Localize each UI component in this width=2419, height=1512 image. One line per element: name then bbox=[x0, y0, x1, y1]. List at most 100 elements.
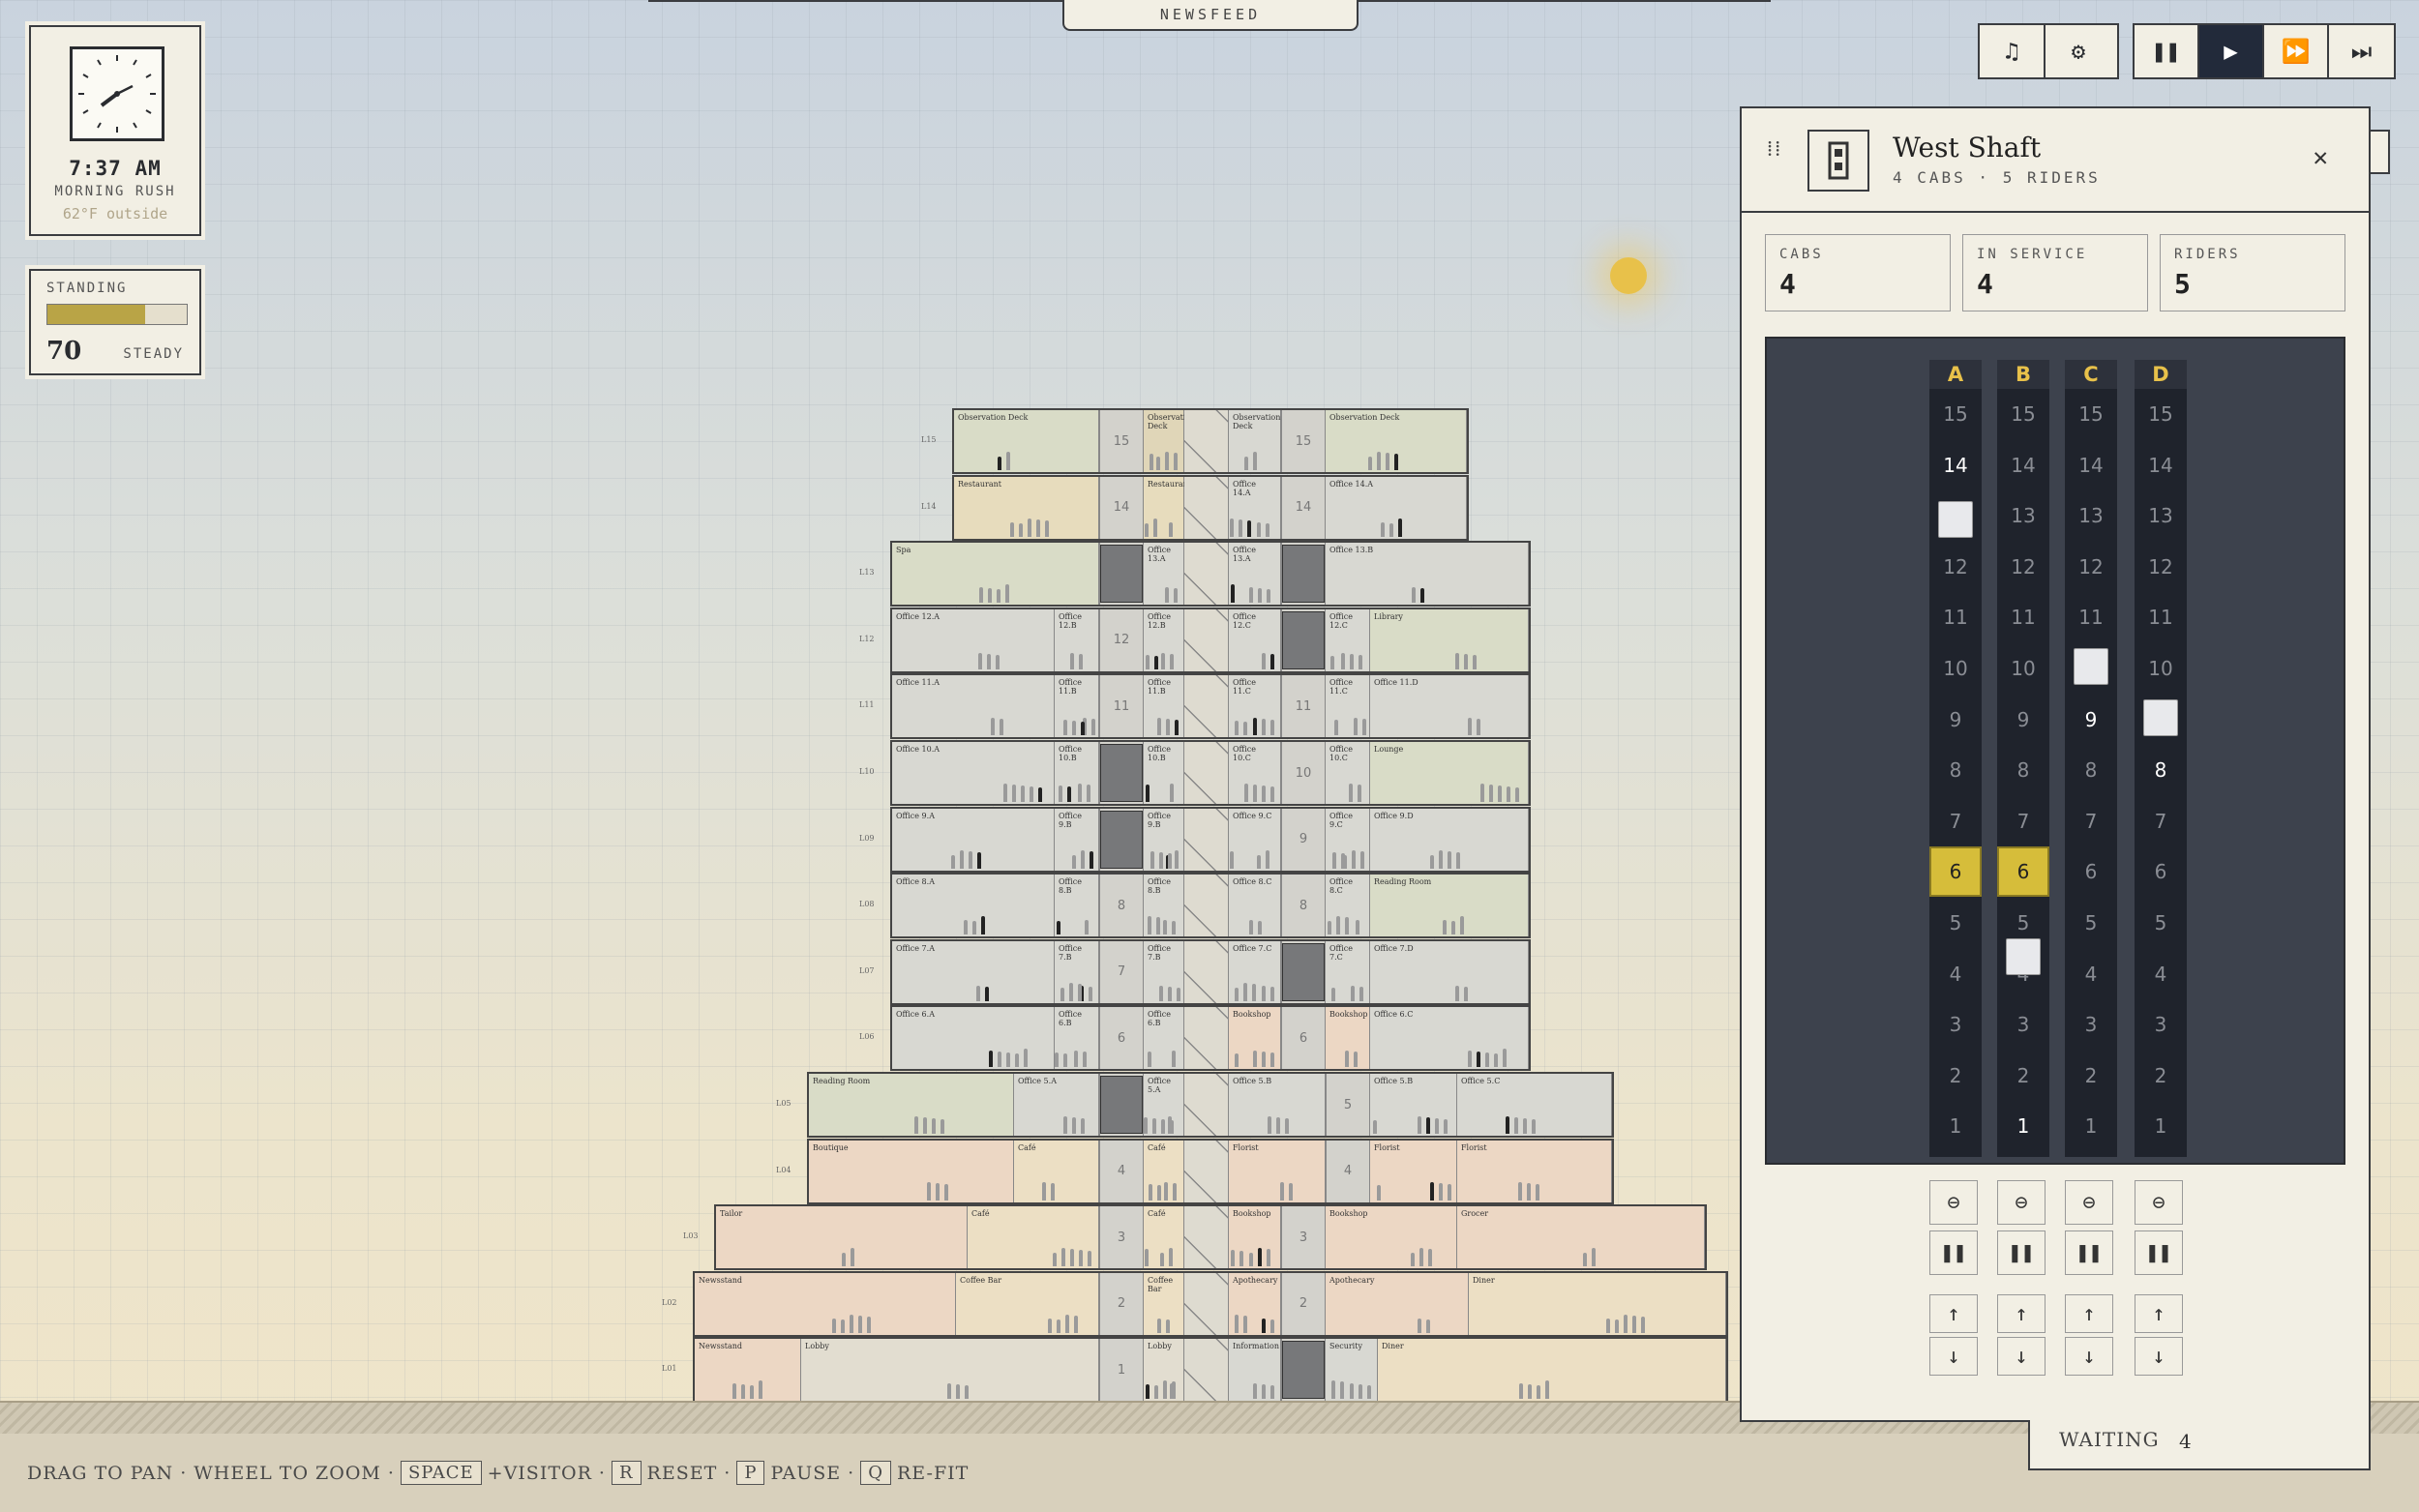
floor-15[interactable]: Observation Deck 15 Observation Deck Observ… bbox=[952, 408, 1469, 474]
play-button[interactable]: ▶ bbox=[2199, 25, 2264, 77]
floor-cell[interactable]: 1 bbox=[2135, 1101, 2187, 1151]
floor-1[interactable]: NewsstandLobby1LobbyInformation1Security… bbox=[693, 1337, 1728, 1404]
room[interactable]: Office 10.C bbox=[1229, 742, 1281, 804]
collapsed-panel-tab[interactable] bbox=[2371, 130, 2390, 174]
room[interactable]: Office 7.C bbox=[1229, 940, 1281, 1003]
room[interactable]: Coffee Bar bbox=[956, 1272, 1099, 1335]
room[interactable]: Office 8.B bbox=[1144, 875, 1184, 937]
pause-cab-button[interactable]: ❚❚ bbox=[2065, 1230, 2113, 1275]
cab-indicator[interactable] bbox=[1938, 500, 1973, 538]
floor-cell[interactable]: 3 bbox=[2065, 999, 2117, 1050]
elevator-shaft-cell[interactable]: 12 bbox=[1281, 608, 1326, 671]
room[interactable]: Office 7.B bbox=[1144, 940, 1184, 1003]
fast-forward-button[interactable]: ⏩ bbox=[2264, 25, 2329, 77]
floor-13[interactable]: Spa13Office 13.AOffice 13.A13Office 13.B bbox=[890, 541, 1531, 608]
send-up-button[interactable]: ↑ bbox=[2135, 1294, 2183, 1333]
floor-7[interactable]: Office 7.A Office 7.B 7 Office 7.B Office 7.… bbox=[890, 938, 1531, 1005]
floor-cell[interactable]: 11 bbox=[2065, 592, 2117, 642]
floor-cell[interactable]: 14 bbox=[2135, 440, 2187, 490]
elevator-shaft-cell[interactable]: 4 bbox=[1099, 1140, 1144, 1202]
floor-cell[interactable]: 6 bbox=[2135, 846, 2187, 897]
floor-9[interactable]: Office 9.AOffice 9.B9Office 9.BOffice 9.… bbox=[890, 806, 1531, 873]
floor-cell[interactable]: 12 bbox=[2135, 542, 2187, 592]
floor-cell[interactable]: 14 bbox=[1929, 440, 1982, 490]
fastest-button[interactable]: ⏭ bbox=[2329, 25, 2394, 77]
room[interactable]: Observation Deck bbox=[1144, 410, 1195, 472]
floor-cell[interactable]: 9 bbox=[2065, 695, 2117, 745]
room[interactable]: Office 6.B bbox=[1144, 1007, 1184, 1070]
elevator-shaft-cell[interactable]: 10 bbox=[1099, 742, 1144, 804]
floor-cell[interactable]: 7 bbox=[1997, 796, 2049, 846]
pause-cab-button[interactable]: ❚❚ bbox=[2135, 1230, 2183, 1275]
room[interactable]: Office 7.D bbox=[1370, 940, 1529, 1003]
floor-cell[interactable]: 3 bbox=[1929, 999, 1982, 1050]
room[interactable]: Office 10.A bbox=[892, 742, 1055, 804]
elevator-car[interactable] bbox=[1100, 1076, 1143, 1134]
floor-cell[interactable]: 2 bbox=[2135, 1051, 2187, 1101]
floor-cell[interactable]: 8 bbox=[1997, 745, 2049, 795]
floor-cell[interactable]: 15 bbox=[1929, 389, 1982, 439]
send-down-button[interactable]: ↓ bbox=[2135, 1337, 2183, 1376]
room[interactable]: Office 5.C bbox=[1457, 1074, 1612, 1136]
elevator-shaft-cell[interactable]: 1 bbox=[1281, 1339, 1326, 1402]
room[interactable]: Office 11.B bbox=[1055, 675, 1099, 738]
floor-8[interactable]: Office 8.A Office 8.B 8 Office 8.B Office 8.… bbox=[890, 873, 1531, 939]
floor-11[interactable]: Office 11.A Office 11.B 11 Office 11.B Offic… bbox=[890, 673, 1531, 740]
room[interactable]: Office 11.D bbox=[1370, 675, 1529, 738]
room[interactable]: Café bbox=[1014, 1140, 1099, 1202]
elevator-shaft-cell[interactable]: 2 bbox=[1099, 1272, 1144, 1335]
floor-cell[interactable]: 12 bbox=[1997, 542, 2049, 592]
room[interactable]: Office 14.A bbox=[1229, 476, 1281, 539]
elevator-shaft-cell[interactable]: 6 bbox=[1281, 1007, 1326, 1070]
floor-cell[interactable]: 7 bbox=[1929, 796, 1982, 846]
floor-cell[interactable]: 2 bbox=[1997, 1051, 2049, 1101]
room[interactable]: Office 10.B bbox=[1144, 742, 1184, 804]
floor-cell[interactable]: 11 bbox=[2135, 592, 2187, 642]
newsfeed-tab[interactable]: NEWSFEED bbox=[1062, 0, 1359, 31]
floor-cell[interactable]: 5 bbox=[2135, 898, 2187, 948]
floor-cell[interactable]: 12 bbox=[2065, 542, 2117, 592]
floor-12[interactable]: Office 12.A Office 12.B 12 Office 12.B Offic… bbox=[890, 607, 1531, 673]
cab-column-a[interactable]: A151413121110987654321 bbox=[1929, 360, 1982, 1157]
room[interactable]: Café bbox=[1144, 1206, 1184, 1269]
room[interactable]: Office 5.B bbox=[1229, 1074, 1326, 1136]
room[interactable]: Diner bbox=[1378, 1339, 1726, 1402]
floor-cell[interactable]: 1 bbox=[1997, 1101, 2049, 1151]
send-up-button[interactable]: ↑ bbox=[2065, 1294, 2113, 1333]
room[interactable]: Information bbox=[1229, 1339, 1281, 1402]
room[interactable]: Spa bbox=[892, 543, 1099, 606]
floor-cell[interactable]: 3 bbox=[2135, 999, 2187, 1050]
room[interactable]: Office 7.C bbox=[1326, 940, 1370, 1003]
room[interactable]: Diner bbox=[1469, 1272, 1726, 1335]
room[interactable]: Office 12.C bbox=[1229, 608, 1281, 671]
floor-cell[interactable]: 11 bbox=[1929, 592, 1982, 642]
room[interactable]: Security bbox=[1326, 1339, 1378, 1402]
room[interactable]: Office 7.B bbox=[1055, 940, 1099, 1003]
close-icon[interactable]: ✕ bbox=[2313, 143, 2328, 172]
floor-cell[interactable]: 1 bbox=[1929, 1101, 1982, 1151]
room[interactable]: Newsstand bbox=[695, 1339, 801, 1402]
floor-cell[interactable]: 5 bbox=[2065, 898, 2117, 948]
send-down-button[interactable]: ↓ bbox=[1997, 1337, 2046, 1376]
pause-cab-button[interactable]: ❚❚ bbox=[1997, 1230, 2046, 1275]
room[interactable]: Bookshop bbox=[1326, 1206, 1457, 1269]
elevator-shaft-cell[interactable]: 11 bbox=[1099, 675, 1144, 738]
room[interactable]: Café bbox=[968, 1206, 1099, 1269]
room[interactable]: Tailor bbox=[716, 1206, 968, 1269]
room[interactable]: Bookshop bbox=[1229, 1007, 1281, 1070]
floor-cell[interactable]: 7 bbox=[2135, 796, 2187, 846]
floor-cell[interactable]: 4 bbox=[2135, 949, 2187, 999]
room[interactable]: Office 7.A bbox=[892, 940, 1055, 1003]
elevator-shaft-cell[interactable]: 2 bbox=[1281, 1272, 1326, 1335]
room[interactable]: Office 10.C bbox=[1326, 742, 1370, 804]
room[interactable]: Boutique bbox=[809, 1140, 1014, 1202]
room[interactable]: Office 8.B bbox=[1055, 875, 1099, 937]
cab-indicator[interactable] bbox=[2074, 648, 2108, 686]
room[interactable]: Café bbox=[1144, 1140, 1184, 1202]
floor-cell[interactable]: 10 bbox=[2135, 643, 2187, 694]
room[interactable]: Coffee Bar bbox=[1144, 1272, 1184, 1335]
floor-cell[interactable]: 15 bbox=[2065, 389, 2117, 439]
floor-cell[interactable]: 15 bbox=[2135, 389, 2187, 439]
room[interactable]: Office 10.B bbox=[1055, 742, 1099, 804]
floor-14[interactable]: Restaurant 14 Restaurant Office 14.A 14 Offic… bbox=[952, 474, 1469, 541]
